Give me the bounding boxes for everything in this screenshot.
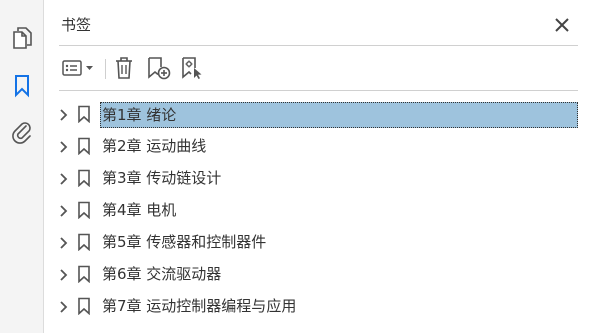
pages-icon[interactable] [8,24,36,52]
bookmark-label[interactable]: 第6章 交流驱动器 [100,261,223,287]
expand-chevron-icon[interactable] [56,299,70,313]
bookmark-toolbar [45,52,608,84]
bookmark-label[interactable]: 第7章 运动控制器编程与应用 [100,293,298,319]
expand-chevron-icon[interactable] [56,267,70,281]
bookmark-item-icon [77,201,91,220]
options-menu-icon [62,60,93,76]
bookmark-item[interactable]: 第2章 运动曲线 [45,130,605,162]
bookmark-item[interactable]: 第7章 运动控制器编程与应用 [45,290,605,322]
bookmark-item-icon [77,265,91,284]
left-tool-rail [0,0,44,333]
new-bookmark-icon [148,57,171,80]
expand-chevron-icon[interactable] [56,235,70,249]
bookmark-item-icon [77,137,91,156]
bookmark-label[interactable]: 第5章 传感器和控制器件 [100,229,268,255]
attachment-icon[interactable] [8,118,36,146]
bookmark-label[interactable]: 第1章 绪论 [100,102,578,128]
delete-icon [116,57,132,79]
close-icon [555,18,569,32]
expand-chevron-icon[interactable] [56,171,70,185]
new-bookmark-button[interactable] [145,54,173,82]
bookmark-item[interactable]: 第6章 交流驱动器 [45,258,605,290]
bookmarks-panel: 书签 第1章 绪论 第2章 运动曲线 第3章 传动链设计 第4章 电机 第5章 … [45,0,608,333]
bookmark-item-icon [77,169,91,188]
new-bookmark-from-structure-button[interactable] [179,54,207,82]
toolbar-divider [105,59,106,79]
bookmark-label[interactable]: 第3章 传动链设计 [100,165,223,191]
bookmark-item[interactable]: 第1章 绪论 [45,98,605,130]
panel-title: 书签 [61,16,92,34]
toolbar-divider-line [59,90,578,91]
bookmark-item[interactable]: 第3章 传动链设计 [45,162,605,194]
bookmark-icon[interactable] [8,72,36,100]
bookmark-item[interactable]: 第4章 电机 [45,194,605,226]
new-bookmark-from-structure-icon [182,57,202,79]
options-menu-button[interactable] [59,54,99,82]
expand-chevron-icon[interactable] [56,203,70,217]
delete-bookmark-button[interactable] [111,54,137,82]
bookmark-item-icon [77,297,91,316]
bookmark-item[interactable]: 第5章 传感器和控制器件 [45,226,605,258]
header-divider [59,45,578,46]
bookmark-item-icon [77,233,91,252]
bookmark-label[interactable]: 第4章 电机 [100,197,178,223]
bookmark-label[interactable]: 第2章 运动曲线 [100,133,208,159]
expand-chevron-icon[interactable] [56,139,70,153]
expand-chevron-icon[interactable] [56,107,70,121]
close-panel-button[interactable] [551,14,573,36]
bookmark-item-icon [77,105,91,124]
